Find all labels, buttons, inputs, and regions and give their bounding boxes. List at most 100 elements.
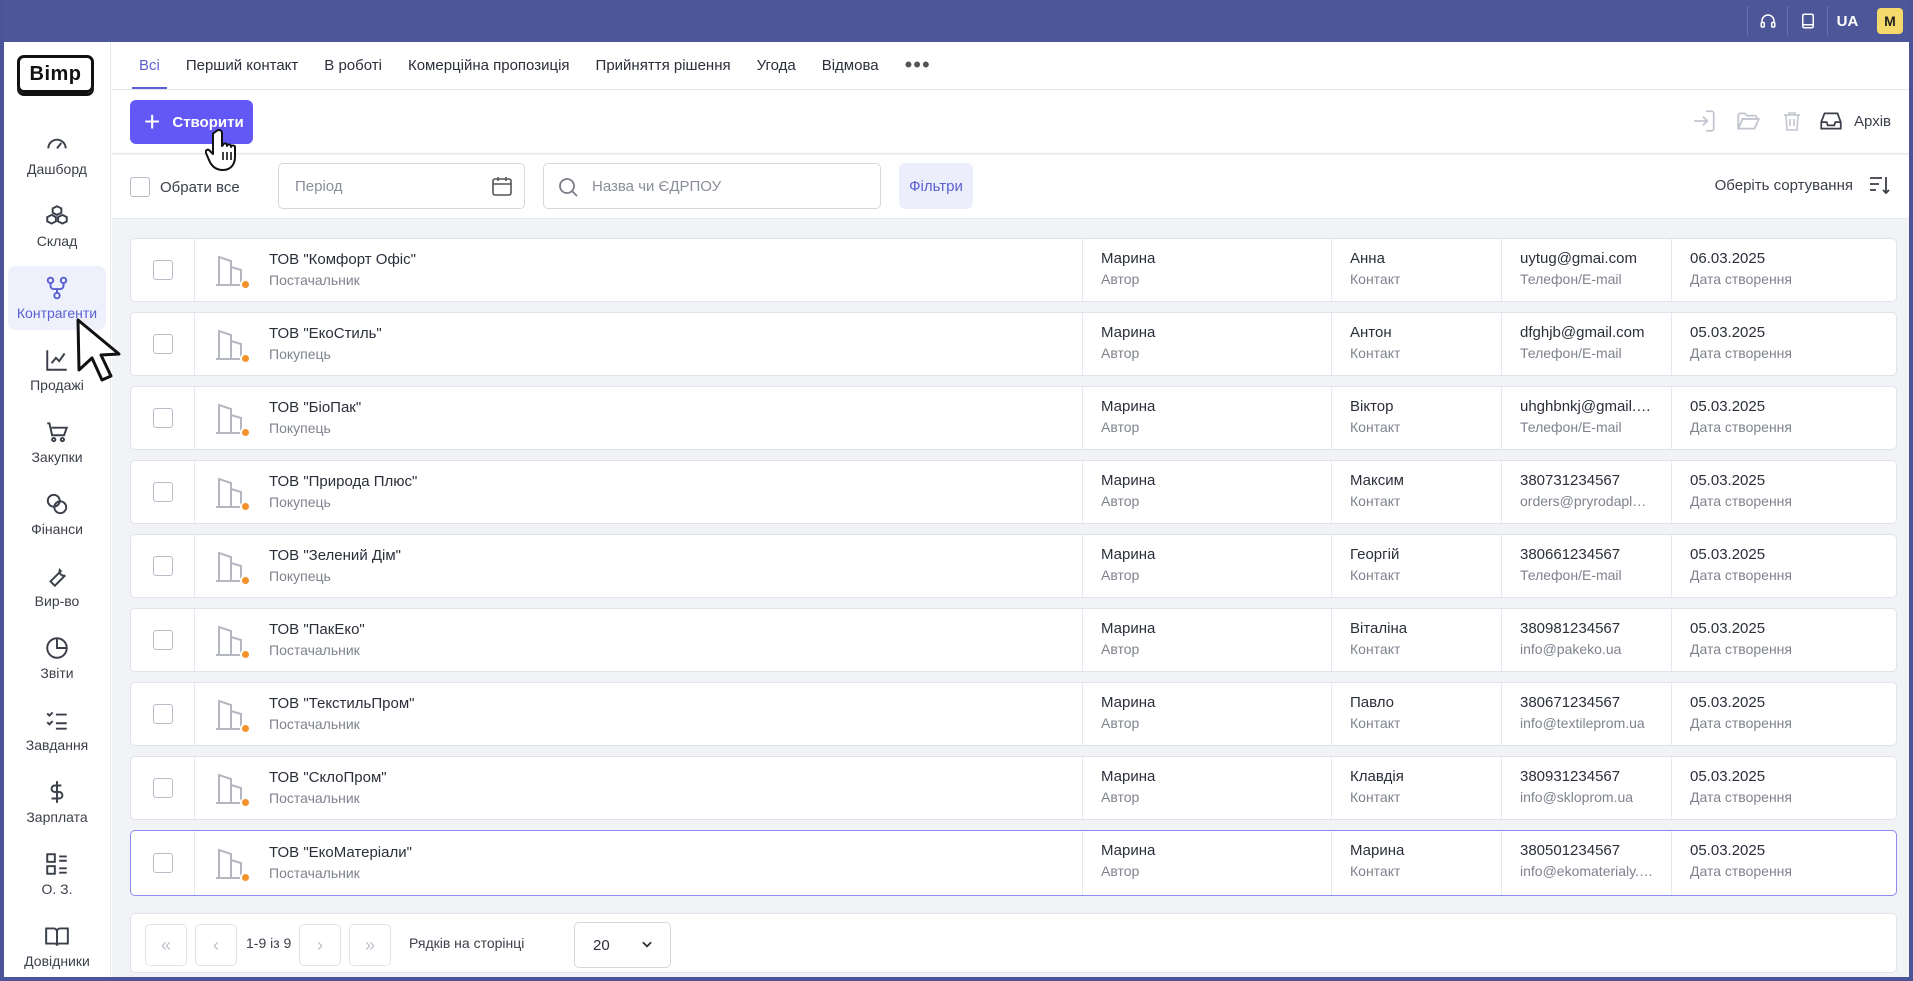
created-date: 05.03.2025 xyxy=(1690,398,1766,415)
row-checkbox[interactable] xyxy=(152,482,173,502)
row-checkbox[interactable] xyxy=(152,334,173,354)
last-page-button[interactable]: » xyxy=(349,924,391,966)
more-tabs-button[interactable]: ••• xyxy=(892,41,944,89)
pagination: « ‹ 1-9 із 9 › » Рядків на сторінці 20 xyxy=(130,913,1897,973)
table-row[interactable]: ТОВ "Комфорт Офіс" Постачальник Марина А… xyxy=(130,238,1897,302)
tab-refusal[interactable]: Відмова xyxy=(809,41,892,89)
company-cell[interactable]: ТОВ "ЕкоСтиль" Покупець xyxy=(195,313,1083,375)
company-cell[interactable]: ТОВ "Зелений Дім" Покупець xyxy=(195,535,1083,597)
sidebar-item-purchases[interactable]: Закупки xyxy=(8,410,106,474)
created-date: 05.03.2025 xyxy=(1690,324,1766,341)
toolbar: + Створити Архів xyxy=(112,90,1909,154)
tab-commercial-offer[interactable]: Комерційна пропозиція xyxy=(395,41,583,89)
table-row[interactable]: ТОВ "ПакЕко" Постачальник Марина Автор В… xyxy=(130,608,1897,672)
sidebar-item-production[interactable]: Вир-во xyxy=(8,554,106,618)
tab-all[interactable]: Всі xyxy=(126,41,173,89)
page-range: 1-9 із 9 xyxy=(246,935,292,951)
sidebar-item-directories[interactable]: Довідники xyxy=(8,914,106,978)
sidebar-item-reports[interactable]: Звіти xyxy=(8,626,106,690)
company-type: Покупець xyxy=(269,420,331,436)
row-checkbox[interactable] xyxy=(152,408,173,428)
double-chevron-right-icon: » xyxy=(364,934,375,955)
phone-caption: Телефон/E-mail xyxy=(1520,345,1622,361)
sort-select[interactable]: Оберіть сортування xyxy=(1715,173,1891,197)
sidebar-item-warehouse[interactable]: Склад xyxy=(8,194,106,258)
tab-deal[interactable]: Угода xyxy=(744,41,809,89)
author-caption: Автор xyxy=(1101,789,1140,805)
status-dot xyxy=(240,575,251,586)
sidebar-item-label: Дашборд xyxy=(27,161,87,177)
sidebar-item-fixed-assets[interactable]: О. З. xyxy=(8,842,106,906)
row-checkbox[interactable] xyxy=(152,260,173,280)
date-cell: 05.03.2025 Дата створення xyxy=(1672,757,1896,819)
author-name: Марина xyxy=(1101,250,1156,267)
first-page-button[interactable]: « xyxy=(145,924,187,966)
archive-button[interactable]: Архів xyxy=(1818,108,1891,134)
company-cell[interactable]: ТОВ "Комфорт Офіс" Постачальник xyxy=(195,239,1083,301)
filters-button[interactable]: Фільтри xyxy=(899,163,973,209)
company-type: Постачальник xyxy=(269,642,360,658)
delete-button[interactable] xyxy=(1770,106,1814,136)
sidebar-item-dashboard[interactable]: Дашборд xyxy=(8,122,106,186)
sidebar-item-finance[interactable]: Фінанси xyxy=(8,482,106,546)
page-size-select[interactable]: 20 xyxy=(574,922,671,968)
tab-first-contact[interactable]: Перший контакт xyxy=(173,41,311,89)
row-checkbox[interactable] xyxy=(152,704,173,724)
tab-decision[interactable]: Прийняття рішення xyxy=(583,41,744,89)
contact-name: Павло xyxy=(1350,694,1395,711)
phone-value: dfghjb@gmail.com xyxy=(1520,324,1645,341)
company-type: Постачальник xyxy=(269,716,360,732)
company-cell[interactable]: ТОВ "ЕкоМатеріали" Постачальник xyxy=(195,831,1083,895)
sidebar-item-salary[interactable]: Зарплата xyxy=(8,770,106,834)
period-input[interactable]: Період xyxy=(278,163,525,209)
row-checkbox[interactable] xyxy=(152,778,173,798)
table-row[interactable]: ТОВ "Природа Плюс" Покупець Марина Автор… xyxy=(130,460,1897,524)
author-caption: Автор xyxy=(1101,345,1140,361)
sidebar-item-tasks[interactable]: Завдання xyxy=(8,698,106,762)
contact-caption: Контакт xyxy=(1350,641,1401,657)
row-checkbox[interactable] xyxy=(152,630,173,650)
row-checkbox-cell xyxy=(131,609,195,671)
phone-cell: 380931234567 info@skloprom.ua xyxy=(1502,757,1672,819)
gauge-icon xyxy=(47,138,67,149)
table-row[interactable]: ТОВ "ТекстильПром" Постачальник Марина А… xyxy=(130,682,1897,746)
company-avatar xyxy=(213,622,251,660)
calendar-icon[interactable] xyxy=(490,174,514,198)
author-name: Марина xyxy=(1101,694,1156,711)
app-logo[interactable]: Bimp xyxy=(17,55,94,93)
company-cell[interactable]: ТОВ "БіоПак" Покупець xyxy=(195,387,1083,449)
table-row[interactable]: ТОВ "ЕкоМатеріали" Постачальник Марина А… xyxy=(130,830,1897,896)
move-folder-button[interactable] xyxy=(1726,106,1770,136)
select-all-checkbox[interactable] xyxy=(130,177,150,197)
table-row[interactable]: ТОВ "ЕкоСтиль" Покупець Марина Автор Ант… xyxy=(130,312,1897,376)
table-row[interactable]: ТОВ "Зелений Дім" Покупець Марина Автор … xyxy=(130,534,1897,598)
row-checkbox[interactable] xyxy=(152,853,173,873)
page-size-value: 20 xyxy=(593,936,610,954)
author-caption: Автор xyxy=(1101,567,1140,583)
company-cell[interactable]: ТОВ "Природа Плюс" Покупець xyxy=(195,461,1083,523)
select-all[interactable]: Обрати все xyxy=(130,177,240,197)
import-button[interactable] xyxy=(1682,106,1726,136)
tab-in-progress[interactable]: В роботі xyxy=(311,41,395,89)
row-checkbox[interactable] xyxy=(152,556,173,576)
contact-name: Клавдія xyxy=(1350,768,1404,785)
table-row[interactable]: ТОВ "БіоПак" Покупець Марина Автор Вікто… xyxy=(130,386,1897,450)
company-cell[interactable]: ТОВ "СклоПром" Постачальник xyxy=(195,757,1083,819)
company-cell[interactable]: ТОВ "ПакЕко" Постачальник xyxy=(195,609,1083,671)
author-name: Марина xyxy=(1101,620,1156,637)
table-row[interactable]: ТОВ "СклоПром" Постачальник Марина Автор… xyxy=(130,756,1897,820)
phone-cell: 380671234567 info@textileprom.ua xyxy=(1502,683,1672,745)
created-date: 05.03.2025 xyxy=(1690,472,1766,489)
author-cell: Марина Автор xyxy=(1083,831,1332,895)
contact-caption: Контакт xyxy=(1350,863,1401,879)
prev-page-button[interactable]: ‹ xyxy=(195,924,237,966)
next-page-button[interactable]: › xyxy=(299,924,341,966)
contact-name: Віктор xyxy=(1350,398,1394,415)
author-name: Марина xyxy=(1101,546,1156,563)
author-cell: Марина Автор xyxy=(1083,313,1332,375)
open-book-icon xyxy=(45,927,69,946)
sidebar-item-label: Склад xyxy=(36,233,78,249)
sort-label: Оберіть сортування xyxy=(1714,176,1853,194)
company-cell[interactable]: ТОВ "ТекстильПром" Постачальник xyxy=(195,683,1083,745)
search-input[interactable]: Назва чи ЄДРПОУ xyxy=(543,163,881,209)
